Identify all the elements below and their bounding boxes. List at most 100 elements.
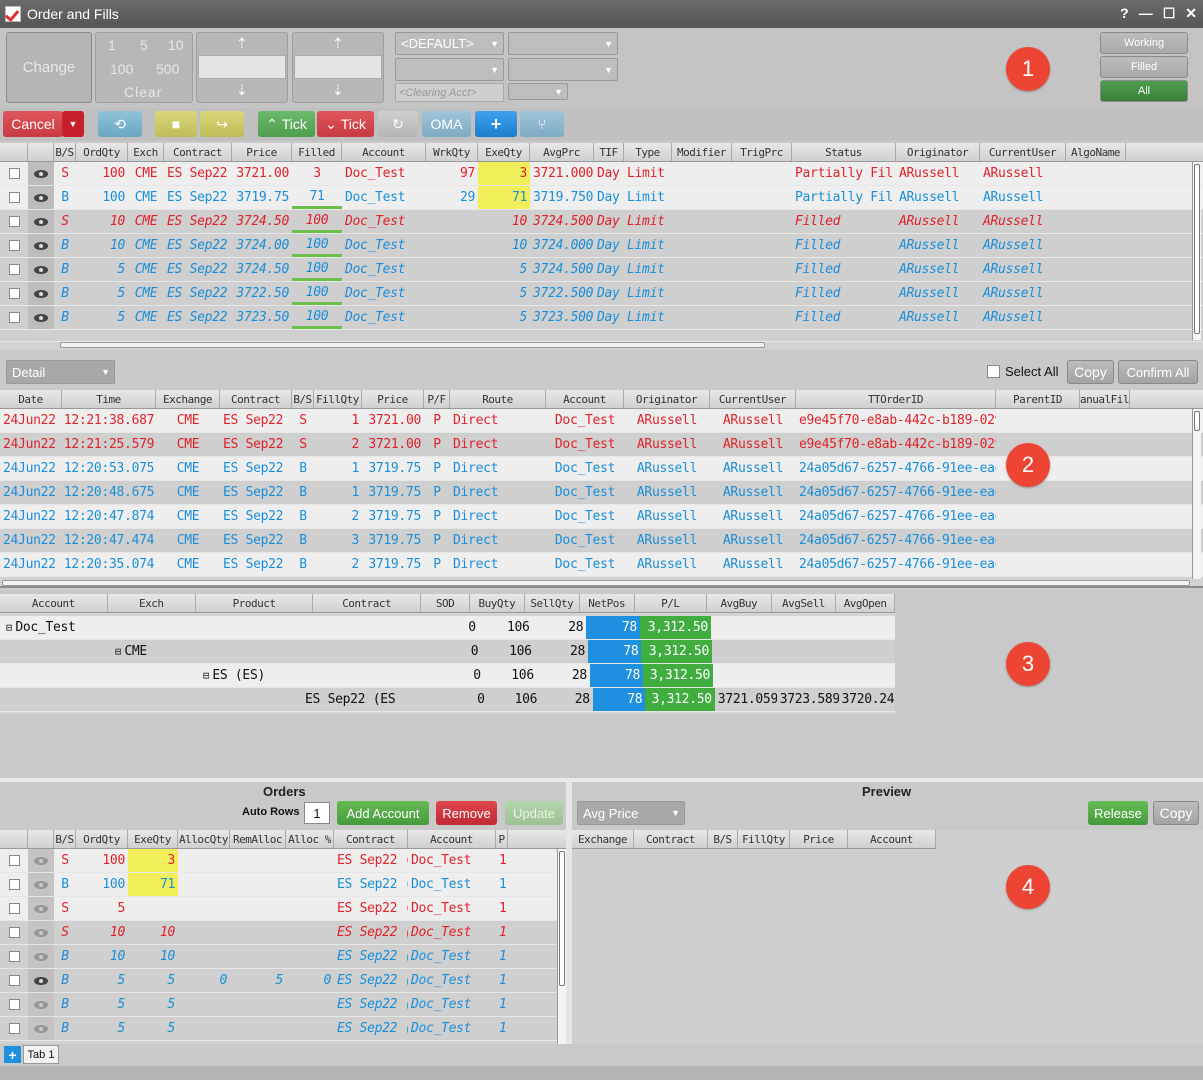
small-select[interactable]: ▼ <box>508 83 568 100</box>
eye-icon[interactable] <box>34 193 48 202</box>
positions-col-avgopen[interactable]: AvgOpen <box>836 594 895 612</box>
orders-col-exeqty[interactable]: ExeQty <box>478 143 530 161</box>
fill-row[interactable]: 24Jun22 12:20:35.074 CME ES Sep22 (B 2 3719.7… <box>0 553 1203 577</box>
preview-copy-button[interactable]: Copy <box>1153 801 1199 825</box>
row-checkbox[interactable] <box>8 903 20 914</box>
split-icon[interactable]: ⑂ <box>520 111 564 137</box>
qty-up-icon[interactable]: ⇡ <box>236 35 248 52</box>
order-row[interactable]: B100CMEES Sep22 (3719.7571Doc_Test297137… <box>0 186 1203 210</box>
orders-col-select-1[interactable] <box>28 143 54 161</box>
orders-col-account[interactable]: Account <box>342 143 426 161</box>
fills-col-price[interactable]: Price <box>362 390 424 408</box>
eye-icon[interactable] <box>34 1000 48 1009</box>
alloc-row[interactable]: B 10 10 ES Sep22 (Doc_Test 1 <box>0 945 566 969</box>
positions-col-sod[interactable]: SOD <box>421 594 470 612</box>
alloc-row[interactable]: S 100 3 ES Sep22 (Doc_Test 1 <box>0 849 566 873</box>
positions-col-product[interactable]: Product <box>196 594 314 612</box>
order-row[interactable]: B 10 CME ES Sep22 (3724.00100Doc_Test 10 3724… <box>0 234 1203 258</box>
preview-view-select[interactable]: Avg Price ▼ <box>577 801 685 825</box>
help-icon[interactable]: ? <box>1120 5 1129 22</box>
orders-col-type[interactable]: Type <box>624 143 672 161</box>
alloc-col-alloc-[interactable]: Alloc % <box>286 830 334 848</box>
alloc-col-b-s[interactable]: B/S <box>54 830 76 848</box>
alloc-col-select-0[interactable] <box>0 830 28 848</box>
cancel-button[interactable]: Cancel <box>3 111 63 137</box>
fill-row[interactable]: 24Jun22 12:21:38.687 CME ES Sep22 (S 1 3721.0… <box>0 409 1203 433</box>
orders-col-ordqty[interactable]: OrdQty <box>76 143 128 161</box>
release-button[interactable]: Release <box>1088 801 1148 825</box>
tab-1[interactable]: Tab 1 <box>23 1045 59 1064</box>
row-checkbox[interactable] <box>8 855 20 866</box>
row-checkbox[interactable] <box>8 927 20 938</box>
fills-vscroll[interactable] <box>1192 409 1201 579</box>
stop-icon[interactable]: ■ <box>155 111 197 137</box>
order-row[interactable]: B 5 CME ES Sep22 (3724.50100Doc_Test 5 3724.5… <box>0 258 1203 282</box>
splitter[interactable] <box>0 778 1203 782</box>
minimize-icon[interactable]: — <box>1139 5 1153 22</box>
position-row[interactable]: ES Sep22 (ES 0 106 28 78 3,312.50 3721.059 3723… <box>0 688 895 712</box>
replace-icon[interactable]: ↻ <box>378 111 418 137</box>
orders-col-algoname[interactable]: AlgoName <box>1066 143 1126 161</box>
alloc-col-allocqty[interactable]: AllocQty <box>178 830 230 848</box>
positions-col-p-l[interactable]: P/L <box>635 594 707 612</box>
eye-icon[interactable] <box>34 952 48 961</box>
collapse-icon[interactable]: ⊟ <box>6 621 12 634</box>
order-row[interactable]: B 5 CME ES Sep22 (3722.50100Doc_Test 5 3722.5… <box>0 282 1203 306</box>
route-select[interactable]: ▼ <box>508 58 618 81</box>
eye-icon[interactable] <box>34 904 48 913</box>
row-checkbox[interactable] <box>8 216 20 227</box>
row-checkbox[interactable] <box>8 999 20 1010</box>
fills-col-fillqty[interactable]: FillQty <box>314 390 362 408</box>
fills-copy-button[interactable]: Copy <box>1067 360 1114 384</box>
positions-col-avgbuy[interactable]: AvgBuy <box>707 594 772 612</box>
qty-100-button[interactable]: 100 <box>110 61 133 77</box>
orders-hscroll[interactable] <box>60 342 765 348</box>
eye-icon[interactable] <box>34 1024 48 1033</box>
alloc-col-p[interactable]: P <box>496 830 508 848</box>
fills-col-account[interactable]: Account <box>546 390 624 408</box>
row-checkbox[interactable] <box>8 288 20 299</box>
orders-col-originator[interactable]: Originator <box>896 143 980 161</box>
position-row[interactable]: ⊟ CME 0 106 28 78 3,312.50 <box>0 640 895 664</box>
forward-icon[interactable]: ↪ <box>200 111 244 137</box>
price-up-icon[interactable]: ⇡ <box>332 35 344 52</box>
orders-col-modifier[interactable]: Modifier <box>672 143 732 161</box>
remove-button[interactable]: Remove <box>436 801 497 825</box>
alloc-col-ordqty[interactable]: OrdQty <box>76 830 128 848</box>
preview-col-fillqty[interactable]: FillQty <box>738 830 790 848</box>
positions-col-netpos[interactable]: NetPos <box>580 594 635 612</box>
qty-500-button[interactable]: 500 <box>156 61 179 77</box>
qty-5-button[interactable]: 5 <box>140 37 148 53</box>
fills-col-route[interactable]: Route <box>450 390 546 408</box>
eye-icon[interactable] <box>34 289 48 298</box>
fills-col-exchange[interactable]: Exchange <box>156 390 220 408</box>
position-row[interactable]: ⊟ ES (ES) 0 106 28 78 3,312.50 <box>0 664 895 688</box>
fills-col-time[interactable]: Time <box>62 390 156 408</box>
add-tab-button[interactable]: + <box>4 1046 21 1063</box>
preview-col-account[interactable]: Account <box>848 830 936 848</box>
fills-col-date[interactable]: Date <box>0 390 62 408</box>
eye-icon[interactable] <box>34 265 48 274</box>
row-checkbox[interactable] <box>8 192 20 203</box>
row-checkbox[interactable] <box>8 168 20 179</box>
alloc-row[interactable]: S 5 ES Sep22 (Doc_Test 1 <box>0 897 566 921</box>
positions-col-account[interactable]: Account <box>0 594 108 612</box>
maximize-icon[interactable]: ☐ <box>1163 5 1176 22</box>
oma-button[interactable]: OMA <box>422 111 471 137</box>
eye-icon[interactable] <box>34 976 48 985</box>
preview-col-b-s[interactable]: B/S <box>708 830 738 848</box>
order-row[interactable]: S100CMEES Sep22 (3721.003Doc_Test9733721… <box>0 162 1203 186</box>
positions-col-avgsell[interactable]: AvgSell <box>772 594 837 612</box>
fills-col-b-s[interactable]: B/S <box>292 390 314 408</box>
fill-row[interactable]: 24Jun22 12:20:47.874 CME ES Sep22 (B 2 3719.7… <box>0 505 1203 529</box>
collapse-icon[interactable]: ⊟ <box>203 669 209 682</box>
preview-col-exchange[interactable]: Exchange <box>572 830 634 848</box>
positions-col-buyqty[interactable]: BuyQty <box>470 594 525 612</box>
orders-col-price[interactable]: Price <box>232 143 292 161</box>
orders-col-contract[interactable]: Contract <box>164 143 232 161</box>
alloc-row[interactable]: S 10 10 ES Sep22 (Doc_Test 1 <box>0 921 566 945</box>
positions-col-sellqty[interactable]: SellQty <box>525 594 580 612</box>
fills-col-p-f[interactable]: P/F <box>424 390 450 408</box>
filled-filter-button[interactable]: Filled <box>1100 56 1188 78</box>
row-checkbox[interactable] <box>8 975 20 986</box>
